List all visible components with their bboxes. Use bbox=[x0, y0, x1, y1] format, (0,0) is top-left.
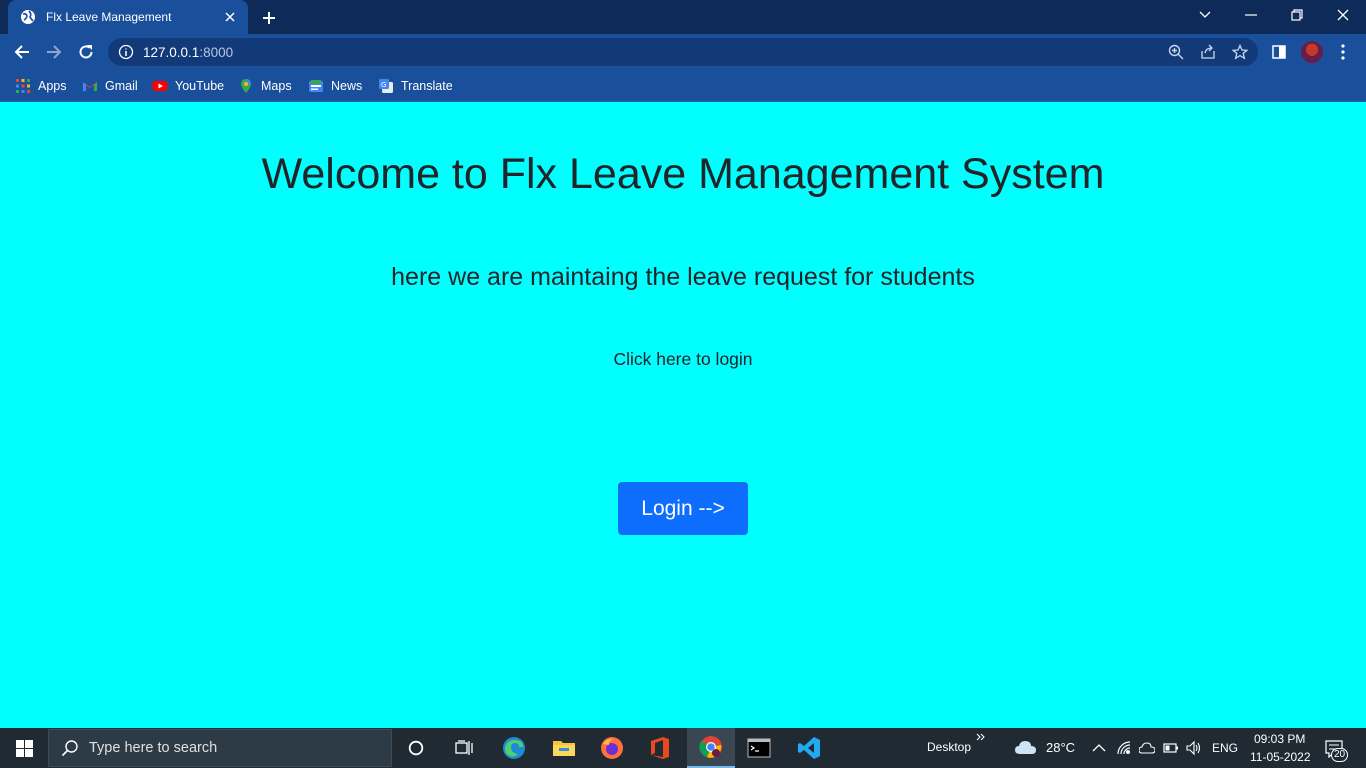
battery-icon[interactable] bbox=[1163, 740, 1179, 756]
login-button[interactable]: Login --> bbox=[618, 482, 748, 535]
arrow-right-icon bbox=[47, 45, 62, 59]
minimize-icon bbox=[1245, 14, 1257, 16]
maps-icon bbox=[241, 79, 251, 93]
chevron-up-icon[interactable] bbox=[1091, 740, 1107, 756]
kebab-menu-icon bbox=[1341, 44, 1345, 60]
apps-grid-icon bbox=[16, 79, 30, 93]
back-button[interactable] bbox=[10, 40, 34, 64]
clock-time[interactable]: 09:03 PM bbox=[1254, 732, 1305, 746]
edge-icon bbox=[503, 737, 525, 759]
bookmark-gmail[interactable]: Gmail bbox=[82, 76, 138, 96]
desktop-toolbar-label[interactable]: Desktop bbox=[927, 740, 971, 754]
double-chevron-icon[interactable] bbox=[976, 732, 986, 742]
taskbar-edge[interactable] bbox=[490, 728, 538, 768]
taskbar-command-prompt[interactable] bbox=[735, 728, 783, 768]
office-icon bbox=[651, 737, 669, 759]
close-window-button[interactable] bbox=[1320, 0, 1366, 30]
bookmark-label: Translate bbox=[401, 79, 453, 93]
login-prompt-text: Click here to login bbox=[613, 349, 753, 369]
terminal-icon bbox=[747, 738, 771, 758]
restore-icon bbox=[1291, 9, 1303, 21]
forward-button[interactable] bbox=[42, 40, 66, 64]
tab-title: Flx Leave Management bbox=[46, 10, 172, 24]
bookmark-label: YouTube bbox=[175, 79, 225, 93]
bookmark-label: Gmail bbox=[105, 79, 138, 93]
bookmark-news[interactable]: News bbox=[308, 76, 362, 96]
chevron-down-icon bbox=[1199, 11, 1211, 18]
task-view-button[interactable] bbox=[440, 728, 488, 768]
bookmarks-bar: Apps Gmail YouTube Maps News G Translate bbox=[0, 70, 1366, 102]
url-port: :8000 bbox=[199, 44, 234, 60]
tab-search-button[interactable] bbox=[1182, 0, 1228, 30]
windows-logo-icon bbox=[15, 739, 33, 757]
start-button[interactable] bbox=[0, 728, 48, 768]
youtube-icon bbox=[152, 81, 168, 91]
zoom-icon[interactable] bbox=[1168, 44, 1184, 60]
plus-icon bbox=[263, 12, 275, 24]
weather-temperature[interactable]: 28°C bbox=[1046, 740, 1075, 755]
page-subtitle: here we are maintaing the leave request … bbox=[391, 263, 975, 291]
svg-text:G: G bbox=[381, 81, 386, 89]
cortana-circle-icon bbox=[408, 740, 424, 756]
bookmark-youtube[interactable]: YouTube bbox=[152, 76, 224, 96]
weather-cloud-icon[interactable] bbox=[1014, 738, 1038, 756]
input-language[interactable]: ENG bbox=[1212, 741, 1238, 755]
translate-icon: G bbox=[379, 79, 393, 93]
browser-titlebar: Flx Leave Management bbox=[0, 0, 1366, 34]
bookmark-maps[interactable]: Maps bbox=[238, 76, 292, 96]
taskbar-chrome[interactable] bbox=[687, 728, 735, 768]
bookmark-label: Maps bbox=[261, 79, 292, 93]
volume-icon[interactable] bbox=[1186, 740, 1202, 756]
gmail-icon bbox=[83, 82, 97, 91]
clock-date[interactable]: 11-05-2022 bbox=[1250, 750, 1311, 764]
address-bar[interactable]: 127.0.0.1:8000 bbox=[108, 38, 1258, 66]
arrow-left-icon bbox=[14, 45, 29, 59]
onedrive-icon[interactable] bbox=[1139, 740, 1155, 756]
bookmark-apps[interactable]: Apps bbox=[15, 76, 67, 96]
search-icon bbox=[61, 740, 78, 757]
reload-button[interactable] bbox=[74, 40, 98, 64]
firefox-icon bbox=[601, 737, 623, 759]
taskbar-file-explorer[interactable] bbox=[540, 728, 588, 768]
info-icon[interactable] bbox=[118, 44, 134, 60]
close-tab-icon[interactable] bbox=[222, 9, 238, 25]
bookmark-star-icon[interactable] bbox=[1232, 44, 1248, 60]
taskbar-office[interactable] bbox=[636, 728, 684, 768]
minimize-button[interactable] bbox=[1228, 0, 1274, 30]
globe-icon bbox=[21, 10, 35, 24]
page-content: Welcome to Flx Leave Management System h… bbox=[0, 102, 1366, 728]
news-icon bbox=[309, 80, 323, 92]
side-panel-icon bbox=[1272, 45, 1286, 59]
taskbar-search-input[interactable]: Type here to search bbox=[48, 729, 392, 767]
side-panel-button[interactable] bbox=[1269, 42, 1289, 62]
page-title: Welcome to Flx Leave Management System bbox=[261, 150, 1105, 198]
browser-tab[interactable]: Flx Leave Management bbox=[8, 0, 248, 34]
share-icon[interactable] bbox=[1200, 44, 1216, 60]
taskbar-firefox[interactable] bbox=[588, 728, 636, 768]
bookmark-translate[interactable]: G Translate bbox=[378, 76, 453, 96]
bookmark-label: News bbox=[331, 79, 363, 93]
chrome-icon bbox=[699, 736, 722, 758]
network-icon[interactable] bbox=[1116, 740, 1132, 756]
bookmark-label: Apps bbox=[38, 79, 67, 93]
url-host: 127.0.0.1 bbox=[143, 44, 200, 60]
cortana-button[interactable] bbox=[392, 728, 440, 768]
restore-button[interactable] bbox=[1274, 0, 1320, 30]
menu-button[interactable] bbox=[1333, 42, 1353, 62]
windows-taskbar: Type here to search Desktop 28°C ENG 09:… bbox=[0, 728, 1366, 768]
taskbar-vscode[interactable] bbox=[785, 728, 833, 768]
folder-icon bbox=[553, 741, 575, 756]
reload-icon bbox=[79, 45, 93, 59]
notification-count-badge: 20 bbox=[1331, 748, 1349, 762]
task-view-icon bbox=[455, 740, 473, 755]
browser-toolbar: 127.0.0.1:8000 bbox=[0, 34, 1366, 70]
close-icon bbox=[1337, 9, 1349, 21]
search-placeholder: Type here to search bbox=[89, 740, 218, 756]
vscode-icon bbox=[798, 737, 820, 759]
new-tab-button[interactable] bbox=[258, 7, 280, 29]
profile-avatar[interactable] bbox=[1301, 41, 1323, 63]
